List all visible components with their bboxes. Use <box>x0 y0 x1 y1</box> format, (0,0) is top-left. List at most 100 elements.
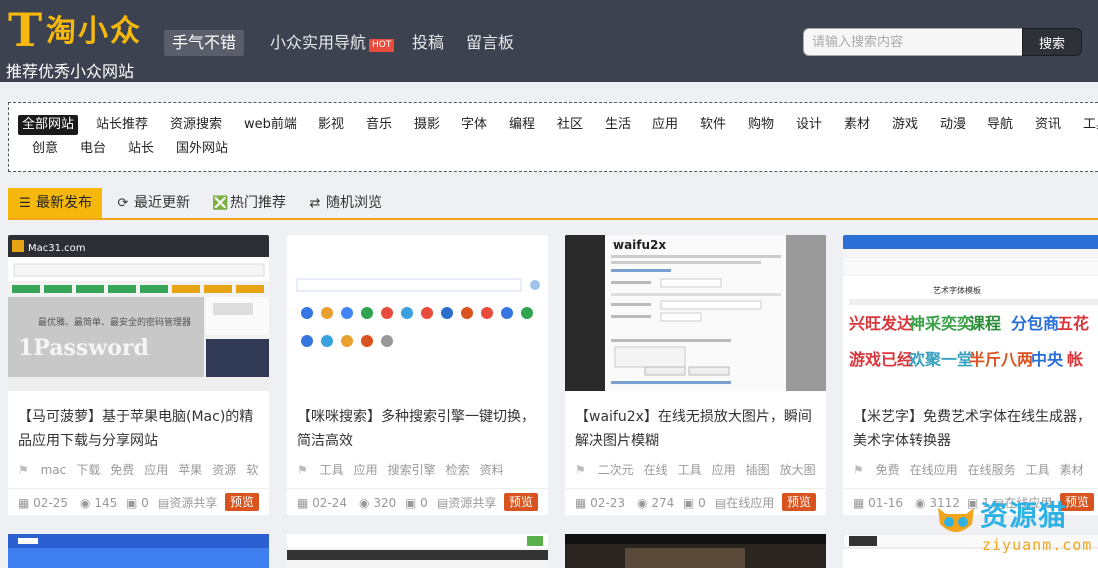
tag[interactable]: 下载 <box>76 463 100 477</box>
category-item[interactable]: 字体 <box>461 115 487 135</box>
search-input[interactable] <box>803 28 1023 56</box>
tab-recent-update[interactable]: ⟳ 最近更新 <box>116 188 190 218</box>
category-item[interactable]: 导航 <box>987 115 1013 135</box>
svg-text:中央: 中央 <box>1031 350 1064 369</box>
tag[interactable]: 放大图 <box>780 463 816 477</box>
preview-button[interactable]: 预览 <box>781 493 816 511</box>
category-item[interactable]: 站长 <box>128 139 154 159</box>
svg-text:兴旺发达: 兴旺发达 <box>849 314 913 333</box>
category-item[interactable]: 生活 <box>605 115 631 135</box>
category-meta[interactable]: ▤资源共享 <box>158 495 217 511</box>
hot-badge: HOT <box>369 39 395 52</box>
tab-hot[interactable]: ❎ 热门推荐 <box>212 188 286 218</box>
svg-text:神采奕奕: 神采奕奕 <box>909 314 973 333</box>
tag[interactable]: 应用 <box>144 463 168 477</box>
card-tags: ⚑ 二次元 在线 工具 应用 插图 放大图 <box>575 461 825 479</box>
tag[interactable]: 搜索引擎 <box>388 463 436 477</box>
card-title[interactable]: 【waifu2x】在线无损放大图片，瞬间解决图片模糊 <box>575 405 820 453</box>
preview-button[interactable]: 预览 <box>503 493 538 511</box>
tag-icon: ⚑ <box>575 463 586 477</box>
preview-button[interactable]: 预览 <box>224 493 259 511</box>
tag[interactable]: 在线应用 <box>910 463 958 477</box>
category-item[interactable]: 软件 <box>700 115 726 135</box>
card-thumbnail[interactable]: Mac31.com 最优雅、最简单、最安全的密码管理器 1Password <box>8 235 269 391</box>
nav-lucky[interactable]: 手气不错 <box>164 30 245 56</box>
tag[interactable]: 免费 <box>876 463 900 477</box>
card-title[interactable]: 【咪咪搜索】多种搜索引擎一键切换，简洁高效 <box>297 405 542 453</box>
category-item[interactable]: 编程 <box>509 115 535 135</box>
site-card[interactable]: 艺术字体模板 兴旺发达 神采奕奕 课程 分包商 五花 游戏已经 欢聚一堂 半斤八… <box>843 235 1098 515</box>
site-card[interactable]: 【咪咪搜索】多种搜索引擎一键切换，简洁高效 ⚑ 工具 应用 搜索引擎 检索 资料 ▦ 0… <box>287 235 548 515</box>
category-item[interactable]: 动漫 <box>940 115 966 135</box>
category-item[interactable]: 国外网站 <box>176 139 228 159</box>
category-item[interactable]: 摄影 <box>414 115 440 135</box>
tag[interactable]: 工具 <box>678 463 702 477</box>
tag[interactable]: 苹果 <box>178 463 202 477</box>
tag[interactable]: 应用 <box>354 463 378 477</box>
nav-submit[interactable]: 投稿 <box>412 30 444 56</box>
card-thumbnail[interactable] <box>287 235 548 391</box>
tab-label: 最近更新 <box>134 195 190 211</box>
tag[interactable]: 检索 <box>446 463 470 477</box>
card-thumbnail[interactable]: 艺术字体模板 兴旺发达 神采奕奕 课程 分包商 五花 游戏已经 欢聚一堂 半斤八… <box>843 235 1098 391</box>
site-card-thumbnail-partial[interactable] <box>565 534 826 568</box>
tag[interactable]: 插图 <box>746 463 770 477</box>
comment-icon: ▣ <box>683 496 695 510</box>
category-item[interactable]: 社区 <box>557 115 583 135</box>
category-item[interactable]: 音乐 <box>366 115 392 135</box>
views-meta: ◉ 320 <box>359 495 396 511</box>
site-card-thumbnail-partial[interactable] <box>287 534 548 568</box>
category-item[interactable]: 工具 <box>1083 115 1098 135</box>
card-title[interactable]: 【马可菠萝】基于苹果电脑(Mac)的精品应用下载与分享网站 <box>18 405 263 453</box>
tag[interactable]: 在线服务 <box>968 463 1016 477</box>
site-card[interactable]: waifu2x 【waifu2x】在线无损放大图片，瞬间解决图片模糊 ⚑ 二次元… <box>565 235 826 515</box>
category-item[interactable]: 影视 <box>318 115 344 135</box>
site-card[interactable]: Mac31.com 最优雅、最简单、最安全的密码管理器 1Password 【马… <box>8 235 269 515</box>
category-item[interactable]: 创意 <box>32 139 58 159</box>
comments-meta: ▣ 0 <box>126 495 149 511</box>
comments-meta: ▣ 0 <box>405 495 428 511</box>
category-item[interactable]: 资源搜索 <box>170 115 222 135</box>
tab-random[interactable]: ⇄ 随机浏览 <box>308 188 382 218</box>
tag[interactable]: 资料 <box>480 463 504 477</box>
category-item[interactable]: 站长推荐 <box>96 115 148 135</box>
tag[interactable]: mac <box>41 463 67 477</box>
tag[interactable]: 工具 <box>320 463 344 477</box>
comments-meta: ▣ 0 <box>683 495 706 511</box>
site-logo[interactable]: T 淘小众 推荐优秀小众网站 <box>6 6 146 81</box>
category-item[interactable]: 购物 <box>748 115 774 135</box>
nav-navigation[interactable]: 小众实用导航 HOT <box>270 30 395 56</box>
category-item[interactable]: 游戏 <box>892 115 918 135</box>
category-item[interactable]: 应用 <box>652 115 678 135</box>
calendar-icon: ▦ <box>297 496 309 510</box>
watermark: 资源猫 ziyuanm.com <box>930 498 1098 568</box>
category-item[interactable]: web前端 <box>244 115 297 135</box>
watermark-sub: ziyuanm.com <box>982 536 1093 554</box>
card-thumbnail[interactable]: waifu2x <box>565 235 826 391</box>
tag[interactable]: 在线 <box>644 463 668 477</box>
thumb-banner: 1Password <box>18 335 149 361</box>
tag[interactable]: 资源 <box>212 463 236 477</box>
card-title[interactable]: 【米艺字】免费艺术字体在线生成器，美术字体转换器 <box>853 405 1098 453</box>
category-item[interactable]: 素材 <box>844 115 870 135</box>
comment-icon: ▣ <box>126 496 138 510</box>
tag[interactable]: 免费 <box>110 463 134 477</box>
category-meta[interactable]: ▤在线应用 <box>715 495 774 511</box>
tag[interactable]: 工具 <box>1026 463 1050 477</box>
category-item[interactable]: 设计 <box>796 115 822 135</box>
category-item[interactable]: 电台 <box>80 139 106 159</box>
watermark-main: 资源猫 <box>980 499 1068 532</box>
tag[interactable]: 应用 <box>712 463 736 477</box>
category-all[interactable]: 全部网站 <box>18 115 79 135</box>
category-meta[interactable]: ▤资源共享 <box>437 495 496 511</box>
site-card-thumbnail-partial[interactable] <box>8 534 269 568</box>
date: 02-24 <box>312 496 348 510</box>
tag[interactable]: 二次元 <box>598 463 634 477</box>
category-item[interactable]: 资讯 <box>1035 115 1061 135</box>
nav-guestbook[interactable]: 留言板 <box>466 30 514 56</box>
tag[interactable]: 软 <box>246 463 258 477</box>
comments: 0 <box>698 496 706 510</box>
search-button[interactable]: 搜索 <box>1022 28 1082 56</box>
tag[interactable]: 素材 <box>1060 463 1084 477</box>
tab-latest[interactable]: ☰ 最新发布 <box>8 188 102 218</box>
